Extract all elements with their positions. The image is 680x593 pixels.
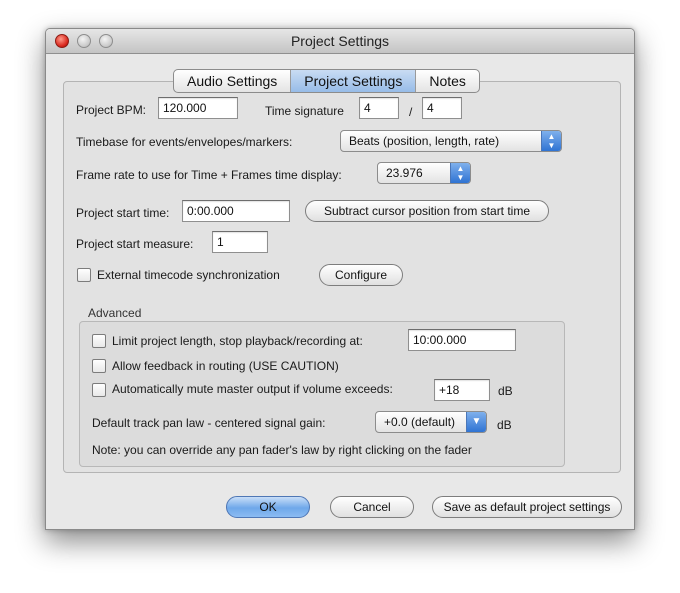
- start-measure-input[interactable]: 1: [212, 231, 268, 253]
- auto-mute-checkbox[interactable]: [92, 383, 106, 397]
- up-down-arrows-icon: ▲ ▼: [450, 163, 470, 183]
- time-signature-separator: /: [409, 105, 413, 119]
- start-time-input[interactable]: 0:00.000: [182, 200, 290, 222]
- limit-length-input[interactable]: 10:00.000: [408, 329, 516, 351]
- pan-law-label: Default track pan law - centered signal …: [92, 416, 326, 430]
- external-timecode-checkbox[interactable]: [77, 268, 91, 282]
- limit-length-checkbox[interactable]: [92, 334, 106, 348]
- pan-law-select[interactable]: +0.0 (default) ▼: [375, 411, 487, 433]
- auto-mute-label: Automatically mute master output if volu…: [112, 382, 393, 396]
- bpm-label: Project BPM:: [76, 103, 147, 117]
- frame-rate-select-value: 23.976: [386, 166, 423, 180]
- chevron-down-icon: ▼: [466, 412, 486, 432]
- auto-mute-threshold-input[interactable]: +18: [434, 379, 490, 401]
- time-signature-numerator-input[interactable]: 4: [359, 97, 399, 119]
- title-bar: Project Settings: [46, 29, 634, 54]
- project-settings-window: Project Settings Audio Settings Project …: [45, 28, 635, 530]
- ok-button[interactable]: OK: [226, 496, 310, 518]
- allow-feedback-label: Allow feedback in routing (USE CAUTION): [112, 359, 339, 373]
- tab-notes[interactable]: Notes: [416, 70, 479, 92]
- settings-tabs: Audio Settings Project Settings Notes: [173, 69, 480, 93]
- configure-button[interactable]: Configure: [319, 264, 403, 286]
- up-down-arrows-icon: ▲ ▼: [541, 131, 561, 151]
- save-default-settings-button[interactable]: Save as default project settings: [432, 496, 622, 518]
- pan-law-unit: dB: [497, 418, 512, 432]
- time-signature-label: Time signature: [265, 104, 344, 118]
- auto-mute-unit: dB: [498, 384, 513, 398]
- timebase-label: Timebase for events/envelopes/markers:: [76, 135, 293, 149]
- timebase-select-value: Beats (position, length, rate): [349, 134, 500, 148]
- subtract-cursor-position-button[interactable]: Subtract cursor position from start time: [305, 200, 549, 222]
- pan-law-select-value: +0.0 (default): [384, 415, 456, 429]
- window-title: Project Settings: [290, 33, 390, 49]
- start-time-label: Project start time:: [76, 206, 170, 220]
- advanced-group-legend: Advanced: [88, 306, 142, 320]
- frame-rate-select[interactable]: 23.976 ▲ ▼: [377, 162, 471, 184]
- timebase-select[interactable]: Beats (position, length, rate) ▲ ▼: [340, 130, 562, 152]
- bpm-input[interactable]: 120.000: [158, 97, 238, 119]
- allow-feedback-checkbox[interactable]: [92, 359, 106, 373]
- tab-project-settings[interactable]: Project Settings: [291, 70, 417, 92]
- tab-audio-settings[interactable]: Audio Settings: [174, 70, 292, 92]
- time-signature-denominator-input[interactable]: 4: [422, 97, 462, 119]
- external-timecode-label: External timecode synchronization: [97, 268, 280, 282]
- start-measure-label: Project start measure:: [76, 237, 194, 251]
- limit-length-label: Limit project length, stop playback/reco…: [112, 334, 363, 348]
- cancel-button[interactable]: Cancel: [330, 496, 414, 518]
- frame-rate-label: Frame rate to use for Time + Frames time…: [76, 168, 342, 182]
- pan-law-note: Note: you can override any pan fader's l…: [92, 443, 472, 457]
